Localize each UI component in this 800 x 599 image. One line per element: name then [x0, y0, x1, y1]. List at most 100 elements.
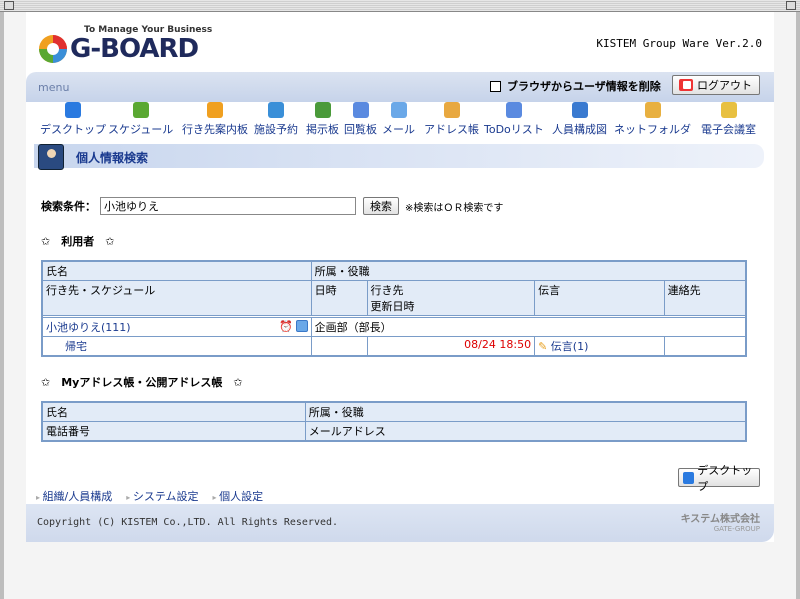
col-name: 氏名: [41, 401, 306, 422]
nav-item-3[interactable]: 行き先案内板: [182, 102, 248, 137]
address-table: 氏名 所属・役職 電話番号 メールアドレス: [41, 401, 747, 442]
footer-link-org[interactable]: 組織/人員構成: [36, 488, 113, 504]
footer-link-personal-settings[interactable]: 個人設定: [213, 488, 263, 504]
nav-item-label: デスクトップ: [40, 123, 106, 136]
mail-icon[interactable]: [295, 320, 308, 332]
nav-item-label: ToDoリスト: [484, 123, 544, 136]
nav-item-8[interactable]: アドレス帳: [424, 102, 479, 137]
col-message: 伝言: [534, 280, 665, 316]
nav-item-label: メール: [382, 123, 415, 136]
search-note: ※検索はＯＲ検索です: [405, 202, 504, 214]
user-status-cell: 帰宅: [41, 336, 312, 357]
menu-label: menu: [38, 81, 70, 94]
nav-item-7[interactable]: メール: [382, 102, 415, 137]
user-status-link[interactable]: 帰宅: [65, 340, 87, 353]
desktop-button[interactable]: デスクトップ: [678, 464, 760, 493]
col-email: メールアドレス: [304, 421, 747, 442]
nav-item-label: 人員構成図: [552, 123, 607, 136]
user-message-cell: ✎ 伝言(1): [534, 336, 665, 357]
icon-nav: デスクトップ スケジュール 行き先案内板 施設予約 掲示板 回覧板 メール アドレス帳 ToDo…: [26, 102, 774, 144]
company-name: キステム株式会社: [680, 514, 760, 525]
menu-bar: menu ブラウザからユーザ情報を削除 ログアウト: [26, 72, 774, 102]
section-title-bar: 個人情報検索: [34, 144, 764, 170]
user-dept-cell: 企画部（部長）: [310, 317, 747, 337]
nav-item-1[interactable]: デスクトップ: [40, 102, 106, 137]
up-arrow-icon: [683, 471, 695, 484]
mail-icon: [390, 102, 407, 118]
nav-item-9[interactable]: ToDoリスト: [484, 102, 544, 137]
desktop-icon: [65, 102, 81, 118]
user-datetime-cell: [310, 336, 368, 357]
window-close-button[interactable]: [4, 1, 14, 10]
user-name-cell: 小池ゆりえ(111) ⏰: [41, 317, 312, 337]
kistem-logo: キステム株式会社 GATE-GROUP: [681, 510, 760, 533]
pencil-icon: ✎: [538, 340, 548, 353]
col-dept: 所属・役職: [310, 260, 747, 281]
search-label: 検索条件：: [41, 200, 96, 213]
folder-icon: [644, 102, 661, 118]
board-icon: [314, 102, 331, 118]
nav-item-6[interactable]: 回覧板: [344, 102, 377, 137]
nav-item-12[interactable]: 電子会議室: [701, 102, 756, 137]
nav-item-label: アドレス帳: [424, 123, 479, 136]
col-datetime: 日時: [310, 280, 368, 316]
table-header-row: 行き先・スケジュール 日時 行き先 更新日時 伝言 連絡先: [41, 280, 747, 316]
nav-item-10[interactable]: 人員構成図: [552, 102, 607, 137]
window-zoom-button[interactable]: [786, 1, 796, 10]
window-frame-left: [0, 12, 4, 599]
person-icon: [38, 144, 64, 170]
schedule-clock-icon[interactable]: ⏰: [279, 320, 293, 333]
col-destination: 行き先・スケジュール: [41, 280, 312, 316]
table-row: 小池ゆりえ(111) ⏰ 企画部（部長）: [41, 317, 747, 337]
page: To Manage Your Business G-BOARD KISTEM G…: [26, 12, 774, 542]
search-button[interactable]: 検索: [363, 197, 399, 215]
footer-links: 組織/人員構成 システム設定 個人設定: [36, 488, 264, 504]
desktop-button-label: デスクトップ: [697, 463, 753, 493]
nav-item-label: 回覧板: [344, 123, 377, 136]
nav-item-4[interactable]: 施設予約: [254, 102, 298, 137]
nav-item-11[interactable]: ネットフォルダ: [614, 102, 691, 137]
copyright-text: Copyright (C) KISTEM Co.,LTD. All Rights…: [37, 517, 339, 528]
footer-link-system-settings[interactable]: システム設定: [126, 488, 199, 504]
arrow-icon: [207, 102, 223, 118]
window-titlebar: [0, 0, 800, 12]
delete-browser-info-label: ブラウザからユーザ情報を削除: [507, 80, 661, 93]
search-input[interactable]: [100, 197, 356, 215]
org-chart-icon: [571, 102, 588, 118]
footer-bar: Copyright (C) KISTEM Co.,LTD. All Rights…: [26, 504, 774, 542]
user-name-link[interactable]: 小池ゆりえ(111): [46, 321, 131, 334]
company-sub: GATE-GROUP: [713, 525, 760, 533]
page-title: 個人情報検索: [76, 151, 149, 165]
todo-icon: [505, 102, 522, 118]
meeting-icon: [720, 102, 737, 118]
version-label: KISTEM Group Ware Ver.2.0: [596, 37, 762, 50]
logout-icon: [679, 79, 693, 91]
nav-item-label: 電子会議室: [701, 123, 756, 136]
user-updated-cell: 08/24 18:50: [366, 336, 536, 357]
user-contact-cell: [663, 336, 747, 357]
book-icon: [443, 102, 460, 118]
users-table: 氏名 所属・役職 行き先・スケジュール 日時 行き先 更新日時 伝言 連絡先 小…: [41, 260, 747, 357]
clock-icon: [132, 102, 149, 118]
nav-item-label: 施設予約: [254, 123, 298, 136]
address-heading: ✩ Myアドレス帳・公開アドレス帳 ✩: [41, 376, 243, 389]
message-link[interactable]: 伝言(1): [551, 340, 589, 353]
nav-item-5[interactable]: 掲示板: [306, 102, 339, 137]
delete-browser-info-option[interactable]: ブラウザからユーザ情報を削除: [490, 78, 661, 94]
table-header-row: 電話番号 メールアドレス: [41, 421, 747, 442]
users-heading: ✩ 利用者 ✩: [41, 235, 115, 248]
building-icon: [268, 102, 284, 118]
search-row: 検索条件： 検索 ※検索はＯＲ検索です: [41, 197, 503, 215]
nav-item-label: スケジュール: [108, 123, 174, 136]
col-dest-updated: 行き先 更新日時: [366, 280, 536, 316]
clipboard-icon: [352, 102, 369, 118]
logout-label: ログアウト: [697, 79, 752, 92]
logout-button[interactable]: ログアウト: [672, 75, 760, 95]
table-header-row: 氏名 所属・役職: [41, 260, 747, 281]
col-dept: 所属・役職: [304, 401, 747, 422]
col-contact: 連絡先: [663, 280, 747, 316]
table-row: 帰宅 08/24 18:50 ✎ 伝言(1): [41, 336, 747, 357]
nav-item-label: 掲示板: [306, 123, 339, 136]
nav-item-2[interactable]: スケジュール: [108, 102, 173, 137]
delete-browser-info-checkbox[interactable]: [490, 80, 501, 92]
